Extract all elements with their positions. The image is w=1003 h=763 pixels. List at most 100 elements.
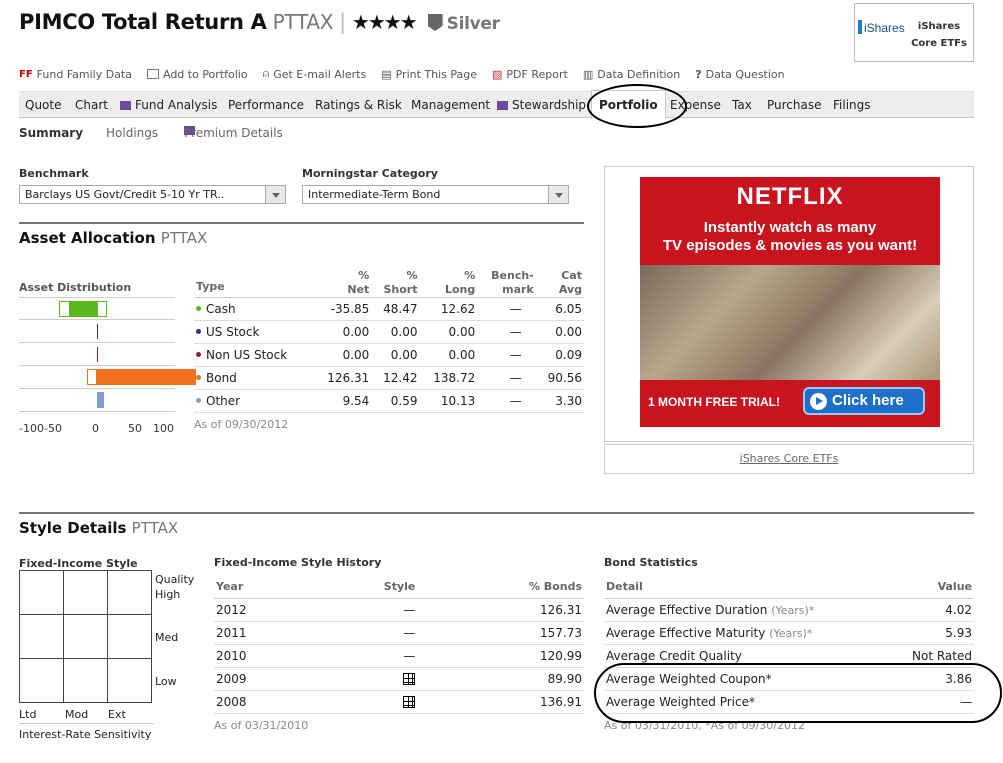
- col-short: % Short: [371, 262, 420, 298]
- long-value: 0.00: [419, 320, 478, 344]
- benchmark-value: —: [477, 343, 536, 367]
- long-value: 12.62: [419, 297, 478, 321]
- tab-stewardship[interactable]: Stewardship: [497, 98, 586, 112]
- short-value: 48.47: [371, 297, 420, 321]
- cat-avg-value: 3.30: [535, 389, 584, 413]
- col-benchmark: Bench-mark: [477, 262, 536, 298]
- fund-title: PIMCO Total Return A PTTAX | ★★★★ Silver: [19, 10, 500, 34]
- benchmark-value: —: [477, 297, 536, 321]
- allocation-row: Cash -35.85 48.47 12.62—6.05: [194, 297, 584, 321]
- tab-tax[interactable]: Tax: [732, 98, 752, 112]
- title-separator: |: [339, 10, 346, 34]
- stat-value: 5.93: [888, 621, 974, 645]
- ad-brand: NETFLIX: [736, 183, 844, 210]
- asset-allocation-title: Asset Allocation PTTAX: [19, 229, 208, 247]
- stat-detail: Average Weighted Coupon*: [604, 667, 889, 691]
- subtab-summary[interactable]: Summary: [19, 126, 83, 140]
- tab-fund-analysis[interactable]: Fund Analysis: [120, 98, 217, 112]
- fund-ticker: PTTAX: [272, 10, 334, 34]
- stat-detail: Average Credit Quality: [604, 644, 889, 668]
- tab-purchase[interactable]: Purchase: [767, 98, 822, 112]
- ad-text-link[interactable]: iShares Core ETFs: [604, 444, 974, 474]
- history-row: 2011—157.73: [214, 621, 584, 645]
- stats-as-of: As of 03/31/2010, *As of 09/30/2012: [604, 719, 805, 732]
- long-value: 0.00: [419, 343, 478, 367]
- stat-value: —: [888, 690, 974, 714]
- chevron-down-icon: [265, 186, 285, 203]
- bond-stat-row: Average Credit Quality Not Rated: [604, 644, 974, 668]
- stat-value: Not Rated: [888, 644, 974, 668]
- tab-quote[interactable]: Quote: [25, 98, 61, 112]
- cat-avg-value: 90.56: [535, 366, 584, 390]
- medal-icon: [427, 14, 443, 31]
- med-label: Med: [155, 631, 179, 644]
- bonds-cell: 89.90: [415, 667, 584, 691]
- sensitivity-divider: [19, 723, 154, 724]
- email-alerts-link[interactable]: ⍝ Get E-mail Alerts: [263, 67, 367, 81]
- add-to-portfolio-link[interactable]: Add to Portfolio: [146, 67, 248, 81]
- net-value: 0.00: [313, 320, 372, 344]
- category-select[interactable]: Intermediate-Term Bond: [302, 185, 569, 204]
- history-row: 2008 136.91: [214, 690, 584, 714]
- cat-avg-value: 6.05: [535, 297, 584, 321]
- bonds-cell: 126.31: [415, 598, 584, 622]
- bond-stats-table: Detail Value Average Effective Duration …: [604, 575, 974, 714]
- tab-expense[interactable]: Expense: [670, 98, 721, 112]
- stat-value: 3.86: [888, 667, 974, 691]
- question-icon: ?: [695, 67, 702, 81]
- bond-stat-row: Average Weighted Coupon* 3.86: [604, 667, 974, 691]
- ad-click-here-button[interactable]: Click here: [803, 387, 925, 415]
- tab-portfolio[interactable]: Portfolio: [591, 90, 666, 119]
- year-cell: 2008: [214, 690, 317, 714]
- stat-detail: Average Effective Maturity (Years)*: [604, 621, 889, 645]
- distribution-axis: -100 -50 0 50 100: [19, 422, 179, 436]
- low-label: Low: [155, 675, 177, 688]
- history-row: 2012—126.31: [214, 598, 584, 622]
- tab-management[interactable]: Management: [411, 98, 490, 112]
- print-link[interactable]: ▤ Print This Page: [381, 67, 477, 81]
- history-as-of: As of 03/31/2010: [214, 719, 309, 732]
- allocation-row: Bond 126.31 12.42 138.72—90.56: [194, 366, 584, 390]
- ad-trial-text: 1 MONTH FREE TRIAL!: [648, 395, 780, 409]
- year-cell: 2010: [214, 644, 317, 668]
- distribution-bar: [97, 324, 98, 339]
- data-question-link[interactable]: ? Data Question: [695, 67, 784, 81]
- col-type: Type: [194, 262, 314, 298]
- section-divider: [19, 512, 974, 514]
- print-icon: ▤: [381, 67, 392, 81]
- allocation-row: Other 9.54 0.59 10.13—3.30: [194, 389, 584, 413]
- benchmark-value: —: [477, 366, 536, 390]
- sponsor-ad[interactable]: iShares iShares Core ETFs: [854, 3, 974, 62]
- data-definition-link[interactable]: ▥ Data Definition: [583, 67, 680, 81]
- col-bonds: % Bonds: [415, 575, 584, 599]
- col-detail: Detail: [604, 575, 889, 599]
- portfolio-icon: [146, 69, 159, 79]
- distribution-row: [19, 297, 175, 320]
- legend-dot-icon: [196, 374, 201, 380]
- section-divider: [19, 222, 584, 224]
- tab-ratings-risk[interactable]: Ratings & Risk: [315, 98, 402, 112]
- cat-avg-value: 0.09: [535, 343, 584, 367]
- main-tabs: Quote Chart Fund Analysis Performance Ra…: [19, 90, 974, 119]
- net-position-bar: [97, 392, 105, 408]
- pdf-report-link[interactable]: ▧ PDF Report: [492, 67, 568, 81]
- fund-name: PIMCO Total Return A: [19, 10, 267, 34]
- tab-filings[interactable]: Filings: [833, 98, 871, 112]
- pdf-icon: ▧: [492, 67, 503, 81]
- short-value: 12.42: [371, 366, 420, 390]
- netflix-ad[interactable]: NETFLIX Instantly watch as many TV episo…: [640, 177, 940, 427]
- asset-type: Non US Stock: [194, 343, 314, 367]
- subtab-holdings[interactable]: Holdings: [106, 126, 158, 140]
- tab-performance[interactable]: Performance: [228, 98, 304, 112]
- tab-chart[interactable]: Chart: [75, 98, 108, 112]
- benchmark-select[interactable]: Barclays US Govt/Credit 5-10 Yr TR..: [19, 185, 286, 204]
- long-position-bar: [97, 301, 107, 317]
- asset-type: Bond: [194, 366, 314, 390]
- fund-family-data-link[interactable]: FF Fund Family Data: [19, 67, 132, 81]
- ad-line-1: Instantly watch as many: [703, 219, 877, 236]
- year-cell: 2009: [214, 667, 317, 691]
- distribution-row: [19, 366, 196, 389]
- benchmark-value: —: [477, 389, 536, 413]
- axis-tick-label: -50: [44, 422, 62, 435]
- short-position-bar: [87, 369, 97, 385]
